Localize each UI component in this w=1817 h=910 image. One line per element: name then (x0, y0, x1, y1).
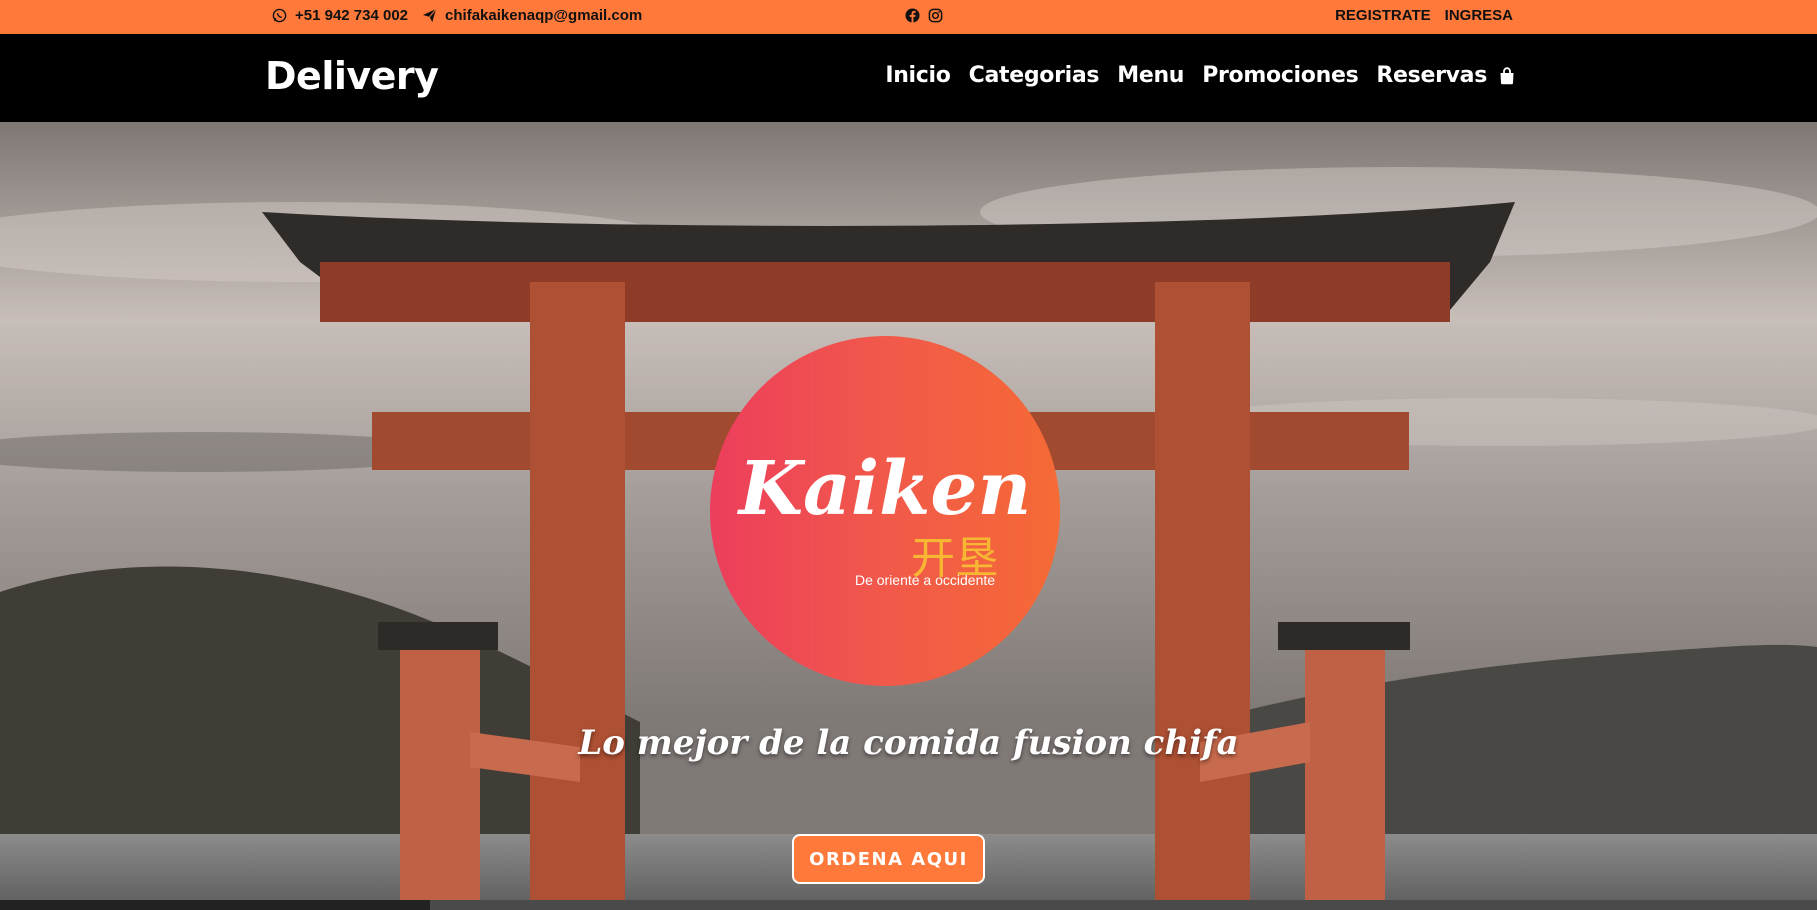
bottom-edge-strip (0, 900, 1817, 910)
facebook-icon[interactable] (905, 8, 920, 23)
logo-name: Kaiken (737, 446, 1032, 532)
logo-slogan: De oriente a occidente (855, 572, 995, 588)
nav-item-inicio[interactable]: Inicio (885, 63, 951, 88)
contact-info: +51 942 734 002 chifakaikenaqp@gmail.com (272, 7, 648, 24)
hero-section: Kaiken 开垦 De oriente a occidente (0, 122, 1817, 910)
nav-item-reservas[interactable]: Reservas (1376, 63, 1487, 88)
kaiken-logo: Kaiken 开垦 De oriente a occidente (710, 336, 1060, 686)
top-contact-bar: +51 942 734 002 chifakaikenaqp@gmail.com… (0, 0, 1817, 34)
email-contact[interactable]: chifakaikenaqp@gmail.com (422, 7, 642, 24)
phone-contact[interactable]: +51 942 734 002 (272, 7, 408, 24)
social-links (905, 8, 943, 23)
main-nav: Inicio Categorias Menu Promociones Reser… (885, 63, 1515, 88)
shopping-bag-icon[interactable] (1499, 66, 1515, 85)
whatsapp-icon (272, 8, 287, 23)
brand-logo-text[interactable]: Delivery (265, 54, 439, 98)
email-address: chifakaikenaqp@gmail.com (445, 7, 643, 24)
order-here-button[interactable]: ORDENA AQUI (792, 834, 985, 884)
hero-tagline: Lo mejor de la comida fusion chifa (578, 723, 1239, 763)
account-links: REGISTRATE INGRESA (1335, 7, 1513, 24)
nav-item-promociones[interactable]: Promociones (1202, 63, 1359, 88)
nav-item-categorias[interactable]: Categorias (969, 63, 1100, 88)
bottom-edge-dark (0, 900, 430, 910)
login-link[interactable]: INGRESA (1445, 7, 1513, 24)
main-navbar: Delivery Inicio Categorias Menu Promocio… (0, 34, 1817, 122)
phone-number: +51 942 734 002 (295, 7, 409, 24)
nav-item-menu[interactable]: Menu (1117, 63, 1184, 88)
instagram-icon[interactable] (928, 8, 943, 23)
paper-plane-icon (422, 8, 437, 23)
register-link[interactable]: REGISTRATE (1335, 7, 1431, 24)
